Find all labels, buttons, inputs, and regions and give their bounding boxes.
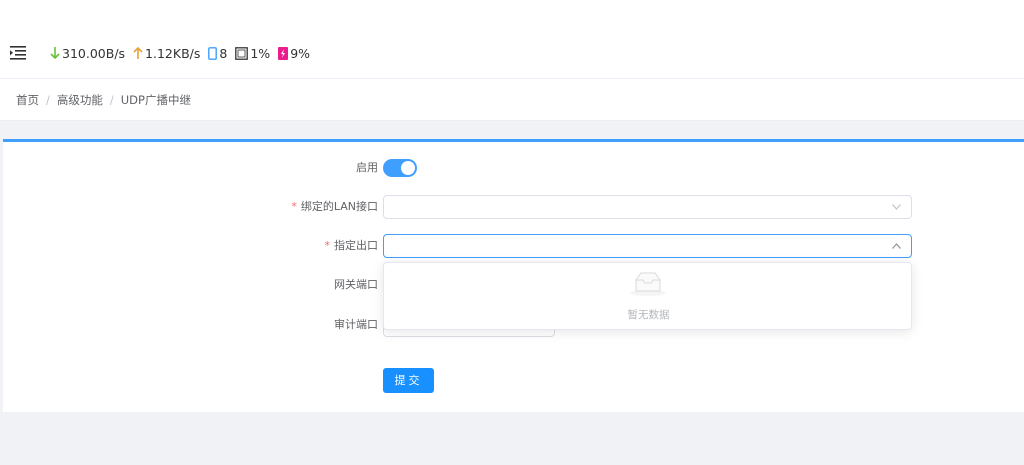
- breadcrumb-separator: /: [109, 92, 114, 107]
- top-bar: 310.00B/s 1.12KB/s 8 1% 9%: [0, 0, 1024, 79]
- lan-row: * 绑定的LAN接口: [3, 195, 1024, 219]
- system-stats: 310.00B/s 1.12KB/s 8 1% 9%: [50, 44, 318, 62]
- switch-knob: [401, 161, 415, 175]
- out-interface-dropdown: 暂无数据: [383, 262, 912, 330]
- lan-label: * 绑定的LAN接口: [291, 200, 378, 213]
- download-stat: 310.00B/s: [50, 46, 125, 61]
- breadcrumb-current: UDP广播中继: [120, 92, 191, 107]
- chevron-up-icon: [892, 243, 901, 249]
- lan-interface-select[interactable]: [383, 195, 912, 219]
- enable-label: 启用: [356, 161, 378, 174]
- cpu-usage: 1%: [250, 45, 271, 61]
- phone-icon: [208, 46, 218, 60]
- cpu-icon: [235, 46, 249, 60]
- memory-stat: 9%: [278, 46, 310, 61]
- out-interface-select[interactable]: [383, 234, 912, 258]
- empty-text: 暂无数据: [627, 309, 670, 321]
- empty-box-icon: [630, 272, 666, 296]
- memory-usage: 9%: [290, 45, 311, 61]
- memory-icon: [278, 46, 289, 60]
- chevron-down-icon: [892, 204, 901, 210]
- arrow-down-icon: [50, 47, 60, 59]
- devices-count: 8: [219, 45, 228, 61]
- devices-stat: 8: [208, 46, 227, 61]
- breadcrumb: 首页 / 高级功能 / UDP广播中继: [0, 79, 1024, 121]
- upload-speed: 1.12KB/s: [145, 45, 201, 61]
- out-label: * 指定出口: [324, 239, 379, 252]
- submit-button[interactable]: 提交: [383, 368, 434, 393]
- enable-row: 启用: [3, 156, 1024, 180]
- cpu-stat: 1%: [235, 46, 270, 61]
- download-speed: 310.00B/s: [62, 45, 126, 61]
- out-row: * 指定出口: [3, 234, 1024, 258]
- breadcrumb-separator: /: [46, 92, 50, 107]
- arrow-up-icon: [133, 47, 143, 59]
- audit-label: 审计端口: [334, 318, 378, 331]
- menu-collapse-icon[interactable]: [10, 46, 26, 60]
- gateway-label: 网关端口: [334, 278, 378, 291]
- upload-stat: 1.12KB/s: [133, 46, 200, 61]
- enable-switch[interactable]: [383, 159, 417, 177]
- breadcrumb-home[interactable]: 首页: [16, 92, 39, 108]
- breadcrumb-advanced[interactable]: 高级功能: [57, 92, 103, 108]
